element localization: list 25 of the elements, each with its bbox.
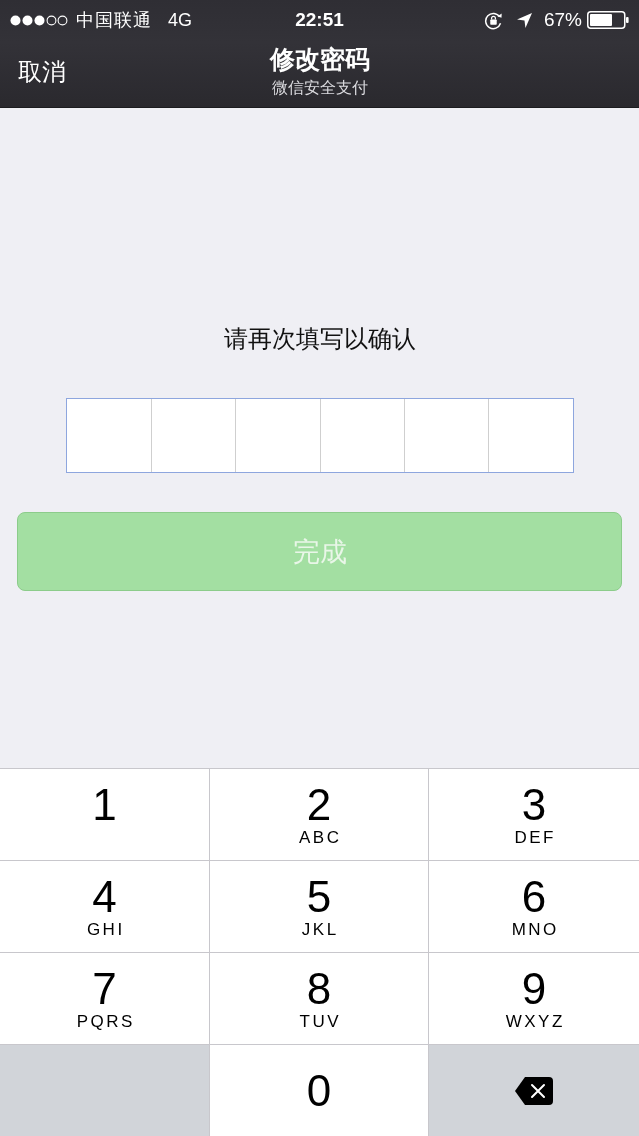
digit-key[interactable]: 6 MNO [429, 861, 639, 952]
digit-key[interactable]: 1 [0, 769, 209, 860]
digit-key[interactable]: 2 ABC [210, 769, 428, 860]
password-field[interactable] [65, 398, 574, 473]
orientation-lock-icon [483, 10, 503, 30]
digit-key[interactable]: 3 DEF [429, 769, 639, 860]
cancel-button[interactable]: 取消 [18, 55, 66, 88]
location-arrow-icon [516, 12, 532, 28]
page-title: 修改密码 [269, 44, 370, 75]
digit-key[interactable]: 0 [210, 1045, 428, 1136]
carrier-name: 中国联通 [76, 9, 152, 32]
battery-icon [587, 11, 629, 29]
prompt-text: 请再次填写以确认 [223, 324, 416, 354]
digit-key[interactable]: 9 WXYZ [429, 953, 639, 1044]
digit-key[interactable]: 8 TUV [210, 953, 428, 1044]
delete-key[interactable] [429, 1045, 639, 1136]
network-type: 4G [168, 9, 192, 31]
digit-key[interactable]: 7 PQRS [0, 953, 209, 1044]
page-subtitle: 微信安全支付 [271, 78, 368, 98]
digit-key[interactable]: 4 GHI [0, 861, 209, 952]
digit-key[interactable]: 5 JKL [210, 861, 428, 952]
status-time: 22:51 [295, 9, 344, 31]
battery-percentage: 67% [543, 9, 582, 31]
signal-strength-icon [10, 14, 68, 26]
backspace-icon [515, 1076, 553, 1105]
